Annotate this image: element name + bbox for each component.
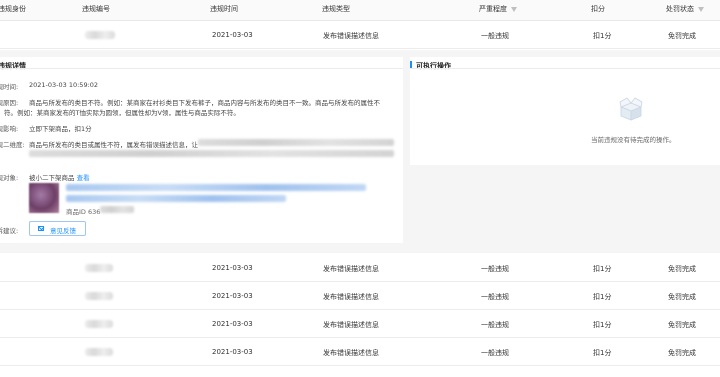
table-row[interactable]: 2021-03-03 发布错误描述信息 一般违规 扣1分 免罚完成 xyxy=(0,21,720,49)
impact-label: 违规影响: xyxy=(0,125,19,133)
cell-status: 免罚完成 xyxy=(668,32,696,40)
violation-id-redacted xyxy=(85,31,115,39)
col-header-status[interactable]: 处罚状态 xyxy=(666,4,704,14)
cell-type: 发布错误描述信息 xyxy=(323,265,379,273)
divider xyxy=(410,68,720,69)
cell-time: 2021-03-03 xyxy=(212,348,253,356)
redacted-text xyxy=(29,150,394,157)
cell-status: 免罚完成 xyxy=(668,321,696,329)
cell-level: 一般违规 xyxy=(481,349,509,357)
filter-icon[interactable] xyxy=(511,6,517,12)
product-thumbnail[interactable] xyxy=(29,183,59,213)
cell-level: 一般违规 xyxy=(481,32,509,40)
filter-icon[interactable] xyxy=(698,6,704,12)
desc-label: 违规二维度: xyxy=(0,141,25,149)
time-value: 2021-03-03 10:59:02 xyxy=(29,81,99,89)
divider xyxy=(0,68,403,69)
suggest-label: 申诉建议: xyxy=(0,227,19,235)
product-id: 商品ID 636 xyxy=(66,208,101,216)
redacted-text xyxy=(100,206,134,213)
cell-level: 一般违规 xyxy=(481,321,509,329)
detail-title: 违规详情 xyxy=(0,62,26,70)
violation-id-redacted xyxy=(85,264,113,272)
actions-panel xyxy=(410,57,720,165)
cell-time: 2021-03-03 xyxy=(212,264,253,272)
violation-id-redacted xyxy=(85,348,113,356)
view-link[interactable]: 查看 xyxy=(77,174,90,182)
cell-time: 2021-03-03 xyxy=(212,320,253,328)
product-title-redacted[interactable] xyxy=(66,184,366,191)
impact-value: 立即下架商品，扣1分 xyxy=(29,125,92,133)
cell-score: 扣1分 xyxy=(593,32,612,40)
col-header-id: 违规编号 xyxy=(82,5,110,13)
empty-box-icon xyxy=(619,97,643,121)
col-header-time: 违规时间 xyxy=(210,5,238,13)
cell-score: 扣1分 xyxy=(593,349,612,357)
product-title-redacted[interactable] xyxy=(66,195,286,202)
actions-title: 可执行操作 xyxy=(416,62,451,70)
table-row[interactable]: 2021-03-03 发布错误描述信息 一般违规 扣1分 免罚完成 xyxy=(0,282,720,310)
col-header-level[interactable]: 严重程度 xyxy=(479,4,517,14)
feedback-button[interactable]: 意见反馈 xyxy=(29,221,86,236)
cell-score: 扣1分 xyxy=(593,321,612,329)
empty-text: 当前违规没有待完成的操作。 xyxy=(591,136,676,144)
violation-id-redacted xyxy=(85,292,113,300)
mail-icon xyxy=(38,226,44,231)
object-text: 被小二下架商品 查看 xyxy=(29,174,90,182)
reason-line1: 商品与所发布的类目不符。例如：某商家在衬衫类目下发布裤子，商品内容与所发布的类目… xyxy=(29,99,380,107)
table-row[interactable]: 2021-03-03 发布错误描述信息 一般违规 扣1分 免罚完成 xyxy=(0,338,720,366)
cell-status: 免罚完成 xyxy=(668,349,696,357)
col-header-identity: 违规身份 xyxy=(0,5,26,13)
desc-value: 商品与所发布的类目或属性不符，属发布错误描述信息，让 xyxy=(29,141,198,149)
col-header-score: 扣分 xyxy=(591,5,605,13)
object-label: 违规对象: xyxy=(0,174,19,182)
redacted-text xyxy=(198,139,394,146)
table-row[interactable]: 2021-03-03 发布错误描述信息 一般违规 扣1分 免罚完成 xyxy=(0,310,720,338)
cell-status: 免罚完成 xyxy=(668,293,696,301)
cell-level: 一般违规 xyxy=(481,265,509,273)
cell-type: 发布错误描述信息 xyxy=(323,293,379,301)
col-header-type: 违规类型 xyxy=(322,5,350,13)
time-label: 违规时间: xyxy=(0,83,19,91)
table-row[interactable]: 2021-03-03 发布错误描述信息 一般违规 扣1分 免罚完成 xyxy=(0,254,720,282)
cell-status: 免罚完成 xyxy=(668,265,696,273)
reason-line2: 符。例如：某商家发布的T恤实际为圆领，但属性却为V领，属性与商品实际不符。 xyxy=(4,109,240,117)
cell-level: 一般违规 xyxy=(481,293,509,301)
reason-label: 违规原因: xyxy=(0,99,19,107)
cell-score: 扣1分 xyxy=(593,265,612,273)
cell-score: 扣1分 xyxy=(593,293,612,301)
table-header: 违规身份 违规编号 违规时间 违规类型 严重程度 扣分 处罚状态 xyxy=(0,0,720,21)
cell-time: 2021-03-03 xyxy=(212,31,253,39)
cell-time: 2021-03-03 xyxy=(212,292,253,300)
violation-id-redacted xyxy=(85,320,113,328)
cell-type: 发布错误描述信息 xyxy=(323,32,379,40)
cell-type: 发布错误描述信息 xyxy=(323,321,379,329)
cell-type: 发布错误描述信息 xyxy=(323,349,379,357)
